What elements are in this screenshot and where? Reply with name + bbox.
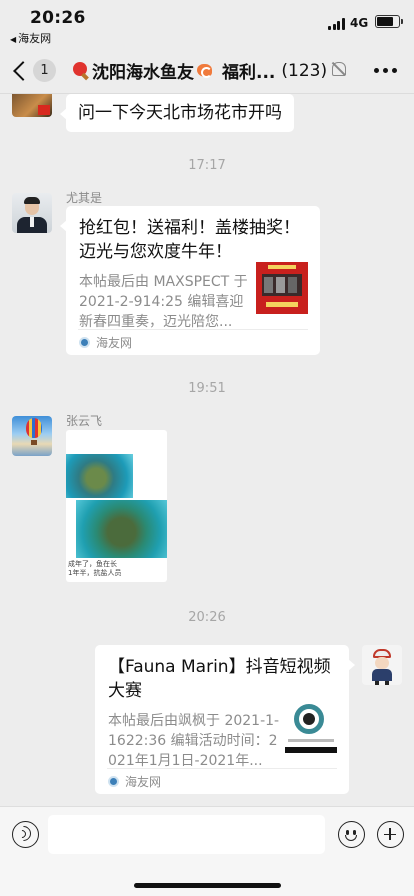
card-description: 本帖最后由飒枫于 2021-1-1622:36 编辑活动时间：2021年1月1日…	[108, 713, 280, 769]
home-indicator[interactable]	[134, 883, 281, 888]
battery-icon	[375, 15, 403, 28]
member-count: (123)	[281, 60, 328, 81]
back-button[interactable]	[10, 56, 32, 84]
unread-badge[interactable]: 1	[33, 59, 56, 82]
photo-coral-2	[76, 500, 167, 558]
message-bubble[interactable]: 问一下今天北市场花市开吗	[60, 94, 294, 132]
sender-name: 张云飞	[66, 414, 103, 428]
ping-pong-paddle-icon	[71, 61, 91, 81]
link-card[interactable]: 抢红包！送福利！盖楼抽奖！迈光与您欢度牛年！ 本帖最后由 MAXSPECT 于 …	[60, 206, 320, 355]
photo-caption-line2: 1年半，抗盐人员	[68, 569, 122, 577]
timestamp: 19:51	[188, 381, 226, 396]
avatar[interactable]	[12, 193, 52, 233]
back-triangle-icon: ◀	[10, 35, 17, 44]
card-description: 本帖最后由 MAXSPECT 于 2021-2-914:25 编辑喜迎新春四重奏…	[79, 274, 248, 330]
image-message[interactable]: 成年了，鱼在长 1年半，抗盐人员	[66, 430, 167, 582]
avatar[interactable]	[12, 416, 52, 456]
back-to-app-link[interactable]: ◀ 海友网	[10, 30, 51, 46]
chat-title-suffix: 福利...	[222, 63, 276, 83]
sender-name: 尤其是	[66, 191, 103, 205]
status-time: 20:26	[30, 8, 86, 28]
card-source-label: 海友网	[96, 336, 133, 350]
photo-caption-line1: 成年了，鱼在长	[68, 560, 117, 568]
emoji-button[interactable]	[338, 821, 365, 848]
timestamp: 20:26	[188, 610, 226, 625]
card-thumbnail	[256, 262, 308, 314]
haiyou-logo-icon	[108, 776, 119, 787]
link-card[interactable]: 【Fauna Marin】抖音短视频大赛 本帖最后由飒枫于 2021-1-162…	[95, 645, 355, 794]
card-title: 【Fauna Marin】抖音短视频大赛	[108, 657, 331, 701]
avatar[interactable]	[12, 94, 52, 117]
timestamp: 17:17	[188, 158, 226, 173]
haiyou-logo-icon	[79, 337, 90, 348]
message-input[interactable]	[48, 815, 325, 854]
network-type: 4G	[350, 16, 369, 30]
chat-title[interactable]: 沈阳海水鱼友 福利... (123)	[70, 58, 350, 83]
more-options-button[interactable]	[374, 68, 398, 74]
card-source: 海友网	[108, 773, 161, 790]
card-title: 抢红包！送福利！盖楼抽奖！迈光与您欢度牛年！	[79, 218, 300, 262]
card-thumbnail	[285, 701, 337, 753]
card-source-label: 海友网	[125, 775, 162, 789]
photo-coral-1	[66, 454, 133, 498]
status-bar: 20:26 ◀ 海友网 4G	[0, 0, 414, 46]
signal-icon	[328, 18, 345, 30]
back-app-label: 海友网	[18, 32, 52, 45]
input-bar	[0, 806, 414, 896]
chat-message-list[interactable]: 问一下今天北市场花市开吗 17:17 尤其是 抢红包！送福利！盖楼抽奖！迈光与您…	[0, 94, 414, 806]
mute-bell-icon	[332, 62, 346, 76]
chat-header: 1 沈阳海水鱼友 福利... (123)	[0, 46, 414, 94]
card-source: 海友网	[79, 334, 132, 351]
voice-wave-icon	[12, 822, 35, 845]
card-divider	[78, 329, 308, 330]
card-divider	[107, 768, 337, 769]
shrimp-icon	[195, 61, 215, 81]
chat-title-text: 沈阳海水鱼友	[92, 63, 194, 83]
photo-caption: 成年了，鱼在长 1年半，抗盐人员	[68, 560, 165, 578]
message-text: 问一下今天北市场花市开吗	[78, 103, 282, 123]
more-actions-plus-button[interactable]	[377, 821, 404, 848]
voice-input-button[interactable]	[12, 821, 39, 848]
my-avatar[interactable]	[362, 645, 402, 685]
